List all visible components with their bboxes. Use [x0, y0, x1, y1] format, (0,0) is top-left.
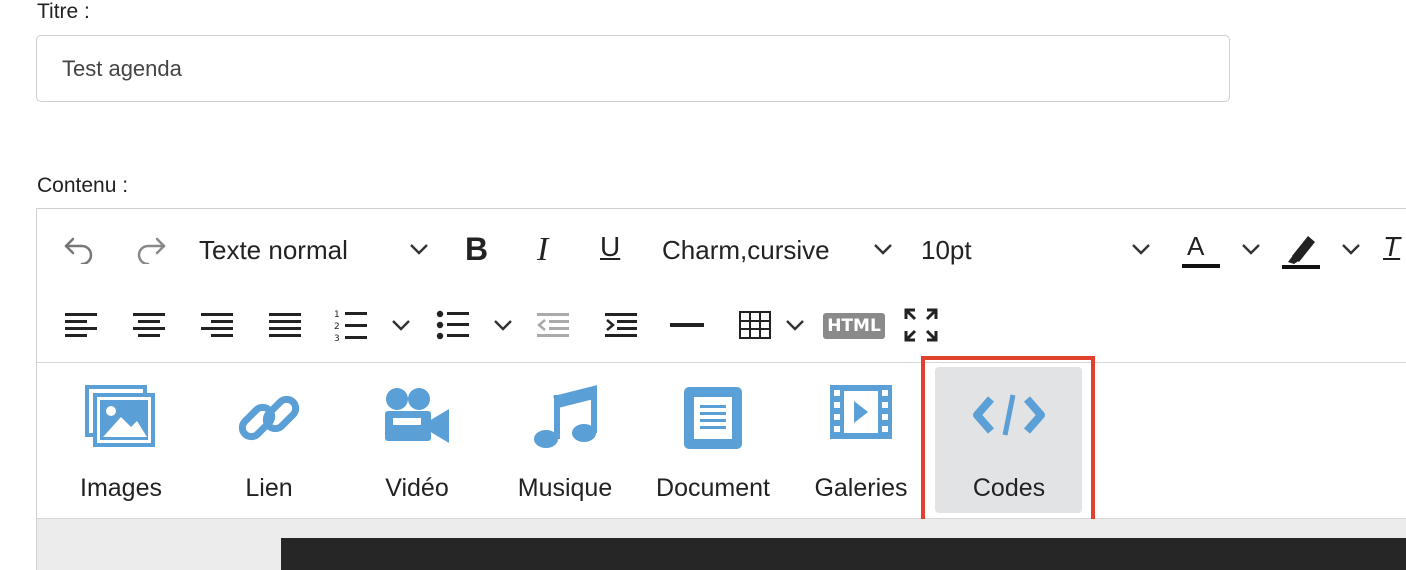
align-center-icon[interactable]: [131, 307, 167, 343]
bold-button[interactable]: B: [465, 231, 488, 268]
underline-button[interactable]: U: [600, 231, 620, 263]
dark-content-block: [281, 538, 1406, 570]
chevron-down-icon[interactable]: [785, 318, 805, 332]
media-galleries-button[interactable]: Galeries: [787, 363, 935, 519]
redo-icon[interactable]: [131, 231, 171, 267]
font-family-select[interactable]: Charm,cursive: [662, 235, 830, 266]
chevron-down-icon[interactable]: [1131, 242, 1151, 256]
chevron-down-icon[interactable]: [1241, 242, 1261, 256]
title-input[interactable]: [36, 35, 1230, 102]
fullscreen-icon[interactable]: [901, 305, 941, 345]
block-format-select[interactable]: Texte normal: [199, 235, 348, 266]
svg-text:2: 2: [334, 322, 340, 332]
media-document-button[interactable]: Document: [639, 363, 787, 519]
film-strip-icon: [830, 385, 892, 439]
align-left-icon[interactable]: [63, 307, 99, 343]
table-icon[interactable]: [737, 307, 773, 343]
italic-button[interactable]: I: [537, 231, 548, 269]
title-label: Titre :: [37, 0, 90, 23]
link-icon: [238, 395, 300, 441]
highlight-color-icon[interactable]: [1281, 229, 1321, 271]
clear-format-button[interactable]: T: [1383, 231, 1400, 263]
rich-text-editor: Texte normal B I U Charm,cursive 10pt A …: [36, 208, 1406, 570]
chevron-down-icon[interactable]: [409, 242, 429, 256]
align-justify-icon[interactable]: [267, 307, 303, 343]
indent-icon[interactable]: [603, 307, 639, 343]
outdent-icon[interactable]: [535, 307, 571, 343]
undo-icon[interactable]: [59, 231, 99, 267]
media-link-button[interactable]: Lien: [195, 363, 343, 519]
svg-text:1: 1: [334, 310, 340, 320]
content-label: Contenu :: [37, 174, 129, 197]
bullet-list-icon[interactable]: [435, 305, 471, 345]
horizontal-rule-icon[interactable]: [669, 307, 705, 343]
media-video-button[interactable]: Vidéo: [343, 363, 491, 519]
images-icon: [85, 385, 155, 447]
numbered-list-icon[interactable]: 1 2 3: [333, 305, 369, 345]
align-right-icon[interactable]: [199, 307, 235, 343]
chevron-down-icon[interactable]: [391, 318, 411, 332]
chevron-down-icon[interactable]: [493, 318, 513, 332]
chevron-down-icon[interactable]: [873, 242, 893, 256]
media-insert-bar: Images Lien Vidéo Musique Document Galer…: [37, 363, 1406, 519]
document-icon: [684, 387, 742, 449]
text-color-bar: [1182, 264, 1220, 268]
media-music-button[interactable]: Musique: [491, 363, 639, 519]
media-images-button[interactable]: Images: [47, 363, 195, 519]
html-icon[interactable]: HTML: [823, 313, 885, 339]
music-note-icon: [534, 385, 597, 448]
svg-text:3: 3: [334, 334, 340, 343]
chevron-down-icon[interactable]: [1341, 242, 1361, 256]
highlight-frame: [921, 356, 1095, 531]
text-color-button[interactable]: A: [1187, 231, 1204, 262]
font-size-select[interactable]: 10pt: [921, 235, 972, 266]
video-camera-icon: [385, 388, 449, 443]
editor-toolbar: Texte normal B I U Charm,cursive 10pt A …: [37, 209, 1406, 363]
